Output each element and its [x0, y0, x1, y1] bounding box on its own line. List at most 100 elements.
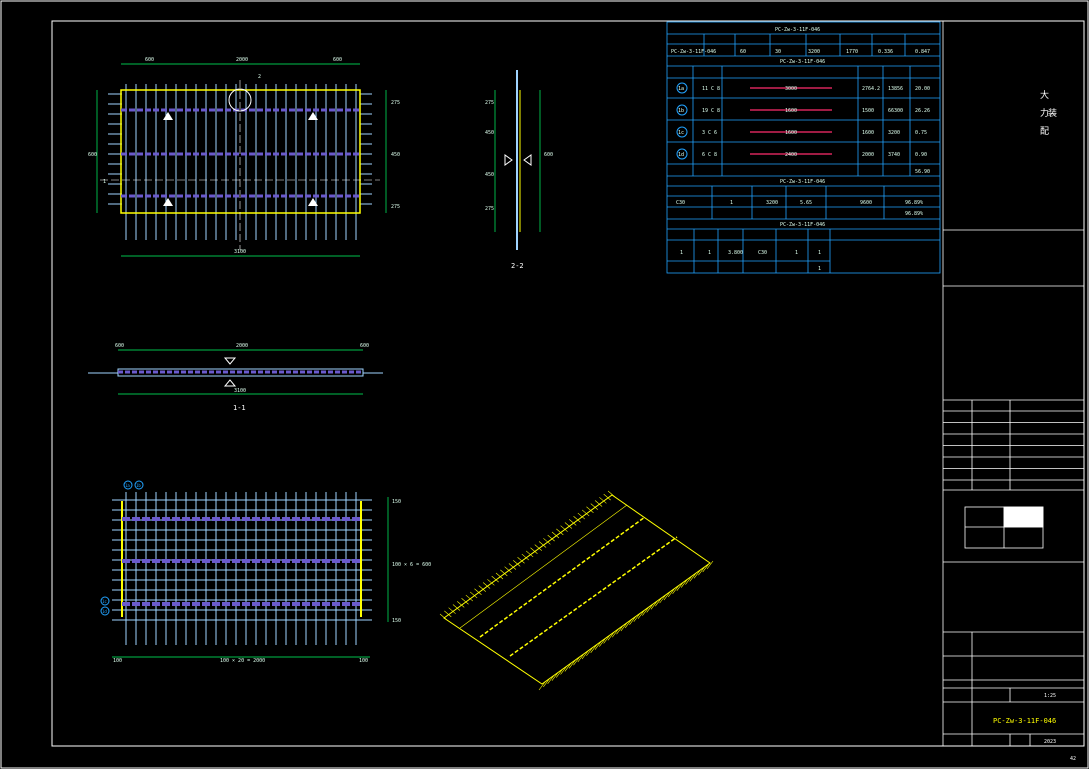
rebar-marker-1c-label: 1c	[102, 599, 107, 604]
embed-cell: C30	[758, 250, 767, 256]
rebar-total-len: 13856	[888, 86, 903, 92]
rebar-table-title: PC-Zw-3-11F-046	[780, 59, 825, 65]
rebar-weight: 26.26	[915, 108, 930, 114]
rebar-each: 1600	[862, 130, 874, 136]
main-row-cell: 30	[775, 49, 781, 55]
rebar-spec: 6 C 8	[702, 152, 717, 158]
main-row-cell: 0.336	[878, 49, 893, 55]
embed-table-title: PC-Zw-3-11F-046	[780, 222, 825, 228]
drawing-svg[interactable]: 600 2000 600 3100 275 450 275 600 1 2 27…	[0, 0, 1089, 769]
inner-frame	[51, 20, 1085, 747]
lifting-point-marker	[163, 198, 173, 206]
main-row-cell: 60	[740, 49, 746, 55]
rebar-each: 2000	[862, 152, 874, 158]
section-mark-2: 2	[258, 74, 261, 80]
concrete-cell: 96.89%	[905, 200, 923, 206]
rebar-weight: 20.00	[915, 86, 930, 92]
year-value: 2023	[1044, 739, 1056, 745]
plan-dim-top-2: 2000	[236, 57, 248, 63]
rebar-dim-b1: 100	[113, 658, 122, 664]
sec11-dim-3: 600	[360, 343, 369, 349]
plan-dim-top-3: 600	[333, 57, 342, 63]
rebar-total-len: 66300	[888, 108, 903, 114]
sec22-dim-side: 600	[544, 152, 553, 158]
company-char: 配	[1040, 126, 1049, 137]
concrete-cell: 3200	[766, 200, 778, 206]
concrete-table-title: PC-Zw-3-11F-046	[780, 179, 825, 185]
rebar-total-len: 3740	[888, 152, 900, 158]
level-marker	[223, 379, 237, 387]
title-block[interactable]	[942, 21, 1084, 746]
plan-dim-right-3: 275	[391, 204, 400, 210]
section-1-1-caption: 1-1	[233, 404, 246, 412]
drawing-number: PC-Zw-3-11F-046	[993, 717, 1056, 725]
rebar-length: 2400	[785, 152, 797, 158]
rebar-mark: 1c	[678, 130, 684, 136]
rebar-length: 1600	[785, 130, 797, 136]
plan-dim-right-2: 450	[391, 152, 400, 158]
plan-dim-left: 600	[88, 152, 97, 158]
level-marker	[523, 154, 532, 166]
sec11-dim-total: 3100	[234, 388, 246, 394]
iso-panel-outline	[443, 494, 711, 685]
level-marker	[504, 154, 513, 166]
concrete-cell: C30	[676, 200, 685, 206]
plan-view[interactable]: 600 2000 600 3100 275 450 275 600 1 2	[88, 57, 400, 257]
embed-cell: 3.800	[728, 250, 743, 256]
sheet-number: 42	[1070, 756, 1076, 762]
main-row-cell: 3200	[808, 49, 820, 55]
rebar-length: 3000	[785, 86, 797, 92]
plan-dim-total: 3100	[234, 249, 246, 255]
rebar-dim-s1: 150	[392, 499, 401, 505]
section-mark-1: 1	[103, 179, 106, 185]
plan-dim-right-1: 275	[391, 100, 400, 106]
rebar-marker-1d-label: 1d	[102, 609, 107, 614]
rebar-dim-s3: 150	[392, 618, 401, 624]
rebar-spec: 11 C 8	[702, 86, 720, 92]
main-row-cell: 1770	[846, 49, 858, 55]
iso-edge	[459, 504, 628, 629]
main-table-title: PC-Zw-3-11F-046	[775, 27, 820, 33]
rebar-layout-view[interactable]: 1a 1b 1c 1d 100 100 × 20 = 2000 100 150 …	[100, 480, 431, 664]
concrete-cell: 96.89%	[905, 211, 923, 217]
embed-cell: 1	[680, 250, 683, 256]
rebar-total-len: 3200	[888, 130, 900, 136]
sec11-dim-1: 600	[115, 343, 124, 349]
sec22-dim-3: 450	[485, 172, 494, 178]
rebar-spec: 3 C 6	[702, 130, 717, 136]
rebar-weight: 0.90	[915, 152, 927, 158]
section-1-1-view[interactable]: 600 2000 600 3100 1-1	[88, 343, 383, 412]
concrete-cell: 1	[730, 200, 733, 206]
embed-cell: 1	[795, 250, 798, 256]
company-char: 装	[1048, 107, 1057, 119]
outer-frame	[0, 0, 1089, 769]
level-marker	[223, 357, 237, 365]
rebar-dim-s2: 100 × 6 = 600	[392, 562, 431, 568]
iso-bar-stub	[607, 490, 616, 498]
rebar-mark: 1b	[678, 108, 684, 114]
sec22-dim-2: 450	[485, 130, 494, 136]
rebar-length: 1600	[785, 108, 797, 114]
rebar-total: 56.90	[915, 169, 930, 175]
rebar-each: 2764.2	[862, 86, 880, 92]
rebar-spec: 19 C 8	[702, 108, 720, 114]
sec22-dim-1: 275	[485, 100, 494, 106]
concrete-cell: 5.65	[800, 200, 812, 206]
rebar-mark: 1d	[678, 152, 684, 158]
rebar-dim-b3: 100	[359, 658, 368, 664]
rebar-mark: 1a	[678, 86, 684, 92]
main-row-id: PC-Zw-3-11F-046	[671, 49, 716, 55]
main-row-cell: 0.847	[915, 49, 930, 55]
cad-drawing-canvas[interactable]: { "colors": { "background": "#000000", "…	[0, 0, 1089, 769]
embed-cell: 1	[818, 250, 821, 256]
rebar-weight: 0.75	[915, 130, 927, 136]
sec22-dim-4: 275	[485, 206, 494, 212]
rebar-dim-b2: 100 × 20 = 2000	[220, 658, 265, 664]
concrete-cell: 9600	[860, 200, 872, 206]
rebar-marker-1b-label: 1b	[136, 483, 141, 488]
isometric-view[interactable]	[439, 490, 714, 691]
embed-cell: 1	[708, 250, 711, 256]
sec11-dim-2: 2000	[236, 343, 248, 349]
section-2-2-view[interactable]: 275 450 450 275 600 2-2	[485, 70, 553, 270]
rebar-marker-1a-label: 1a	[125, 483, 130, 488]
